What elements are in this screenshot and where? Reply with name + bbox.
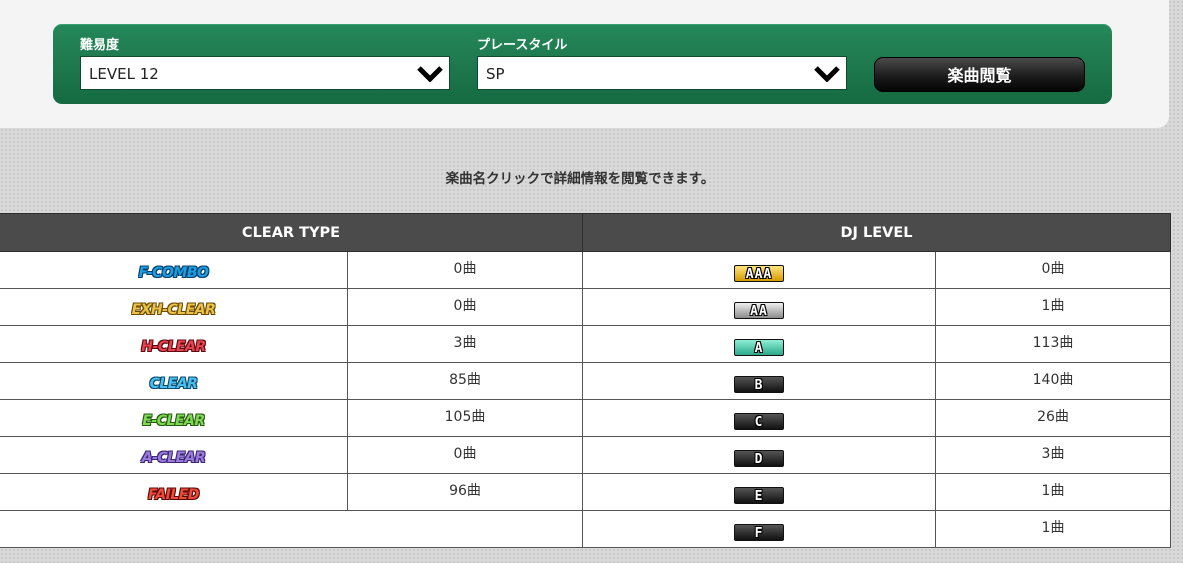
- difficulty-select[interactable]: LEVEL 12: [80, 56, 450, 90]
- clear-count: 0曲: [453, 446, 477, 462]
- clear-count: 0曲: [453, 261, 477, 277]
- table-row: F 1曲: [0, 510, 1171, 548]
- dj-level-badge: D: [734, 449, 784, 467]
- clear-type-cell: A-CLEAR: [0, 436, 348, 474]
- dj-count: 140曲: [1032, 372, 1074, 388]
- dj-level-cell: B: [582, 362, 936, 400]
- play-style-label: プレースタイル: [477, 38, 568, 53]
- play-style-value: SP: [486, 65, 505, 83]
- table-row: A-CLEAR 0曲 D 3曲: [0, 436, 1171, 474]
- clear-type-label: F-COMBO: [138, 265, 209, 281]
- clear-count-cell: 0曲: [347, 288, 583, 326]
- table-row: E-CLEAR 105曲 C 26曲: [0, 399, 1171, 437]
- dj-level-badge: AAA: [734, 264, 784, 282]
- clear-type-label: FAILED: [148, 487, 199, 503]
- clear-count: 96曲: [449, 483, 481, 499]
- dj-count-cell: 113曲: [935, 325, 1171, 363]
- table-row: FAILED 96曲 E 1曲: [0, 473, 1171, 511]
- clear-type-label: A-CLEAR: [141, 450, 206, 466]
- clear-count: 3曲: [453, 335, 477, 351]
- dj-count-cell: 1曲: [935, 473, 1171, 511]
- browse-songs-button[interactable]: 楽曲閲覧: [874, 57, 1085, 92]
- clear-count-cell: 0曲: [347, 436, 583, 474]
- dj-level-cell: F: [582, 510, 936, 548]
- dj-level-cell: A: [582, 325, 936, 363]
- clear-stats-table: CLEAR TYPE DJ LEVEL F-COMBO 0曲 AAA 0曲 EXH-CL…: [0, 213, 1171, 548]
- dj-level-cell: D: [582, 436, 936, 474]
- dj-count: 1曲: [1041, 298, 1065, 314]
- dj-level-cell: AAA: [582, 251, 936, 289]
- clear-count-cell: 0曲: [347, 251, 583, 289]
- dj-level-header: DJ LEVEL: [582, 213, 1171, 252]
- clear-type-cell: F-COMBO: [0, 251, 348, 289]
- dj-level-cell: AA: [582, 288, 936, 326]
- dj-level-cell: E: [582, 473, 936, 511]
- clear-count: 85曲: [449, 372, 481, 388]
- dj-level-badge: AA: [734, 301, 784, 319]
- dj-count-cell: 0曲: [935, 251, 1171, 289]
- dj-count: 113曲: [1032, 335, 1074, 351]
- chevron-down-icon: [814, 66, 840, 82]
- notice-text: 楽曲名クリックで詳細情報を閲覧できます。: [445, 171, 715, 187]
- play-style-select[interactable]: SP: [477, 56, 847, 90]
- dj-level-badge: C: [734, 412, 784, 430]
- filter-bar: 難易度 LEVEL 12 プレースタイル SP 楽曲閲覧: [53, 24, 1112, 104]
- clear-type-label: CLEAR: [149, 376, 198, 392]
- difficulty-value: LEVEL 12: [89, 65, 159, 83]
- clear-type-label: EXH-CLEAR: [131, 302, 216, 318]
- clear-count-cell: 85曲: [347, 362, 583, 400]
- dj-level-cell: C: [582, 399, 936, 437]
- dj-count: 3曲: [1041, 446, 1065, 462]
- dj-count-cell: 140曲: [935, 362, 1171, 400]
- clear-type-header: CLEAR TYPE: [0, 213, 583, 252]
- filter-panel: 難易度 LEVEL 12 プレースタイル SP 楽曲閲覧: [0, 0, 1169, 128]
- clear-type-cell: H-CLEAR: [0, 325, 348, 363]
- clear-type-cell: EXH-CLEAR: [0, 288, 348, 326]
- table-row: CLEAR 85曲 B 140曲: [0, 362, 1171, 400]
- table-row: F-COMBO 0曲 AAA 0曲: [0, 251, 1171, 289]
- empty-cell: [0, 510, 583, 548]
- clear-type-cell: E-CLEAR: [0, 399, 348, 437]
- difficulty-label: 難易度: [80, 38, 120, 53]
- clear-type-label: E-CLEAR: [142, 413, 205, 429]
- clear-count-cell: 96曲: [347, 473, 583, 511]
- dj-level-badge: A: [734, 338, 784, 356]
- table-row: EXH-CLEAR 0曲 AA 1曲: [0, 288, 1171, 326]
- dj-count-cell: 1曲: [935, 288, 1171, 326]
- dj-count: 1曲: [1041, 520, 1065, 536]
- dj-count-cell: 1曲: [935, 510, 1171, 548]
- table-header-row: CLEAR TYPE DJ LEVEL: [0, 213, 1171, 252]
- dj-count-cell: 3曲: [935, 436, 1171, 474]
- dj-count: 0曲: [1041, 261, 1065, 277]
- clear-count: 105曲: [444, 409, 486, 425]
- dj-level-badge: B: [734, 375, 784, 393]
- clear-type-cell: CLEAR: [0, 362, 348, 400]
- clear-type-label: H-CLEAR: [141, 339, 206, 355]
- dj-count: 26曲: [1037, 409, 1069, 425]
- chevron-down-icon: [417, 66, 443, 82]
- clear-type-cell: FAILED: [0, 473, 348, 511]
- table-row: H-CLEAR 3曲 A 113曲: [0, 325, 1171, 363]
- clear-count: 0曲: [453, 298, 477, 314]
- dj-count: 1曲: [1041, 483, 1065, 499]
- dj-level-badge: F: [734, 523, 784, 541]
- dj-level-badge: E: [734, 486, 784, 504]
- clear-count-cell: 105曲: [347, 399, 583, 437]
- clear-count-cell: 3曲: [347, 325, 583, 363]
- dj-count-cell: 26曲: [935, 399, 1171, 437]
